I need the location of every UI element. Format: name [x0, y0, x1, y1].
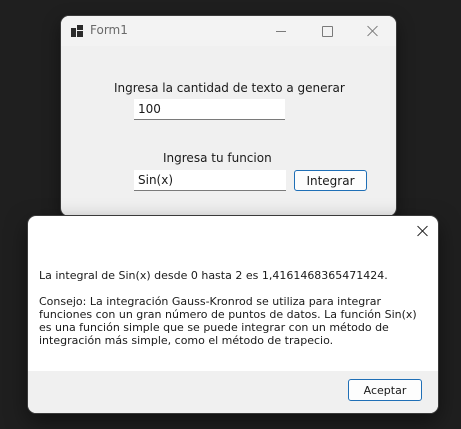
function-label: Ingresa tu funcion	[163, 151, 272, 165]
message-box-dialog: La integral de Sin(x) desde 0 hasta 2 es…	[28, 216, 438, 413]
function-input[interactable]	[134, 170, 286, 191]
dialog-close-button[interactable]	[408, 216, 438, 246]
close-icon	[417, 225, 429, 237]
title-bar[interactable]: Form1	[61, 16, 396, 46]
message-text: La integral de Sin(x) desde 0 hasta 2 es…	[39, 269, 429, 360]
result-message: La integral de Sin(x) desde 0 hasta 2 es…	[39, 269, 388, 282]
maximize-button[interactable]	[304, 16, 350, 46]
ok-button[interactable]: Aceptar	[348, 379, 422, 401]
count-label: Ingresa la cantidad de texto a generar	[114, 81, 345, 95]
window-title: Form1	[90, 23, 128, 37]
desktop: Form1 Ingresa la cantidad de texto a gen…	[0, 0, 461, 429]
minimize-button[interactable]	[258, 16, 304, 46]
integrate-button[interactable]: Integrar	[294, 170, 367, 191]
app-window-icon	[71, 25, 83, 37]
form1-window: Form1 Ingresa la cantidad de texto a gen…	[61, 16, 396, 216]
close-button[interactable]	[350, 16, 396, 46]
minimize-icon	[276, 30, 286, 32]
close-icon	[367, 25, 379, 37]
tip-message: Consejo: La integración Gauss-Kronrod se…	[39, 295, 421, 347]
count-input[interactable]	[134, 99, 285, 120]
maximize-icon	[321, 25, 333, 37]
